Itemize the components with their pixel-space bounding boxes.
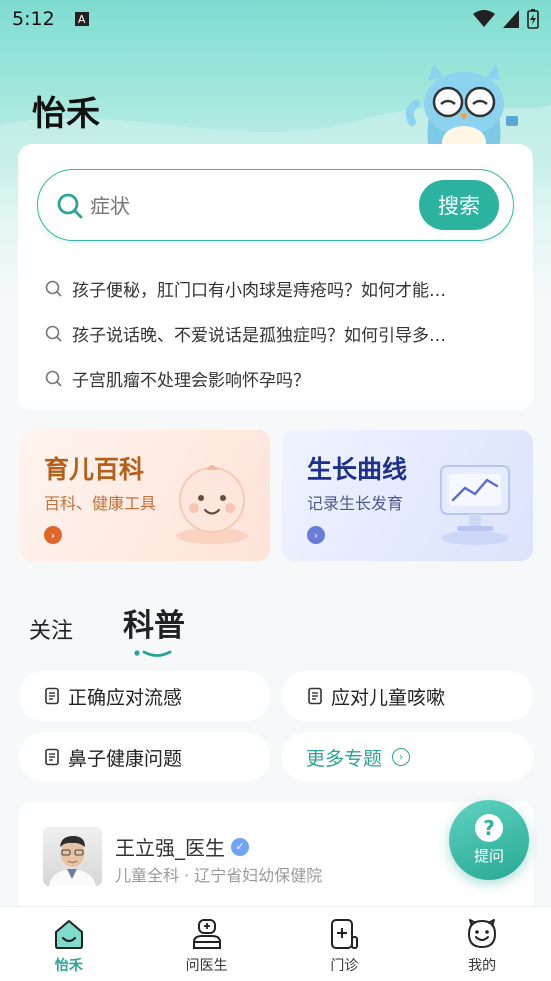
growth-chart-monitor-icon [440, 465, 510, 545]
search-icon [45, 325, 62, 342]
search-input[interactable] [90, 190, 390, 222]
content-tabs: 关注 科普 [29, 600, 186, 657]
nav-item-ask-doctor[interactable]: 问医生 [138, 907, 276, 981]
nav-label: 我的 [468, 958, 497, 974]
parenting-encyclopedia-card[interactable]: 育儿百科 百科、健康工具 › [19, 430, 270, 561]
document-icon [45, 748, 59, 766]
search-button[interactable]: 搜索 [419, 180, 499, 230]
wifi-icon [473, 10, 495, 27]
chevron-right-icon: › [307, 526, 325, 544]
doctor-icon [192, 919, 221, 949]
ask-question-fab[interactable]: ? 提问 [449, 800, 529, 880]
hot-query-item[interactable]: 孩子说话晚、不爱说话是孤独症吗？如何引导多… [44, 311, 514, 356]
status-time: 5:12 [12, 8, 55, 30]
nav-item-home[interactable]: 怡禾 [0, 907, 138, 981]
doctor-avatar [43, 827, 102, 886]
doctor-name-row: 王立强_医生 ✓ [115, 832, 249, 861]
topic-chip[interactable]: 应对儿童咳嗽 [282, 671, 533, 721]
fab-label: 提问 [473, 847, 504, 865]
tab-indicator [134, 650, 172, 657]
search-box[interactable]: 搜索 [37, 169, 514, 241]
search-icon [45, 370, 62, 387]
tool-title: 生长曲线 [307, 455, 408, 484]
bottom-navigation: 怡禾 问医生 门诊 我的 [0, 906, 551, 981]
home-icon [54, 920, 83, 949]
topic-label: 应对儿童咳嗽 [331, 686, 446, 709]
verified-badge-icon: ✓ [231, 837, 249, 856]
baby-face-icon [176, 465, 248, 544]
nav-label: 怡禾 [54, 958, 83, 974]
nav-label: 门诊 [330, 958, 359, 974]
topic-chip[interactable]: 正确应对流感 [19, 671, 270, 721]
tool-subtitle: 百科、健康工具 [44, 494, 157, 513]
notification-icon: A [74, 12, 89, 26]
more-topics-button[interactable]: 更多专题 › [282, 732, 533, 782]
growth-curve-card[interactable]: 生长曲线 记录生长发育 › [282, 430, 533, 561]
doctor-photo-icon [49, 836, 96, 886]
status-bar: 5:12 A [0, 0, 551, 38]
chevron-right-circle-icon: › [392, 748, 411, 766]
app-title: 怡禾 [32, 94, 100, 134]
nav-label: 问医生 [185, 958, 228, 974]
search-icon [57, 193, 83, 219]
hot-query-item[interactable]: 孩子便秘，肛门口有小肉球是痔疮吗？如何才能… [44, 266, 514, 311]
hot-query-text: 孩子说话晚、不爱说话是孤独症吗？如何引导多… [72, 326, 446, 346]
tab-follow[interactable]: 关注 [29, 613, 73, 645]
doctor-name: 王立强_医生 [115, 836, 225, 860]
search-icon [45, 280, 62, 297]
battery-icon [527, 9, 539, 29]
document-icon [45, 687, 59, 705]
nav-item-me[interactable]: 我的 [413, 907, 551, 981]
document-icon [308, 687, 322, 705]
tool-title: 育儿百科 [44, 455, 145, 484]
more-topics-label: 更多专题 [306, 747, 383, 770]
smiley-profile-icon [468, 919, 497, 949]
hot-query-text: 孩子便秘，肛门口有小肉球是痔疮吗？如何才能… [72, 281, 446, 301]
hot-query-item[interactable]: 子宫肌瘤不处理会影响怀孕吗？ [44, 356, 514, 401]
tab-science-label: 科普 [123, 608, 186, 644]
nav-item-clinic[interactable]: 门诊 [276, 907, 414, 981]
hot-query-list: 孩子便秘，肛门口有小肉球是痔疮吗？如何才能… 孩子说话晚、不爱说话是孤独症吗？如… [44, 266, 514, 401]
signal-icon [503, 10, 519, 28]
tab-science[interactable]: 科普 [123, 600, 186, 657]
hot-query-text: 子宫肌瘤不处理会影响怀孕吗？ [72, 371, 310, 391]
doctor-department: 儿童全科 · 辽宁省妇幼保健院 [115, 866, 323, 885]
chevron-right-icon: › [44, 526, 62, 544]
question-icon: ? [475, 814, 503, 842]
tool-subtitle: 记录生长发育 [307, 494, 404, 513]
owl-mascot-icon [405, 64, 518, 157]
topic-label: 鼻子健康问题 [68, 747, 183, 770]
topic-chip[interactable]: 鼻子健康问题 [19, 732, 270, 782]
topic-label: 正确应对流感 [68, 686, 183, 709]
search-card: 搜索 孩子便秘，肛门口有小肉球是痔疮吗？如何才能… 孩子说话晚、不爱说话是孤独症… [18, 144, 533, 410]
clinic-icon [331, 919, 359, 949]
